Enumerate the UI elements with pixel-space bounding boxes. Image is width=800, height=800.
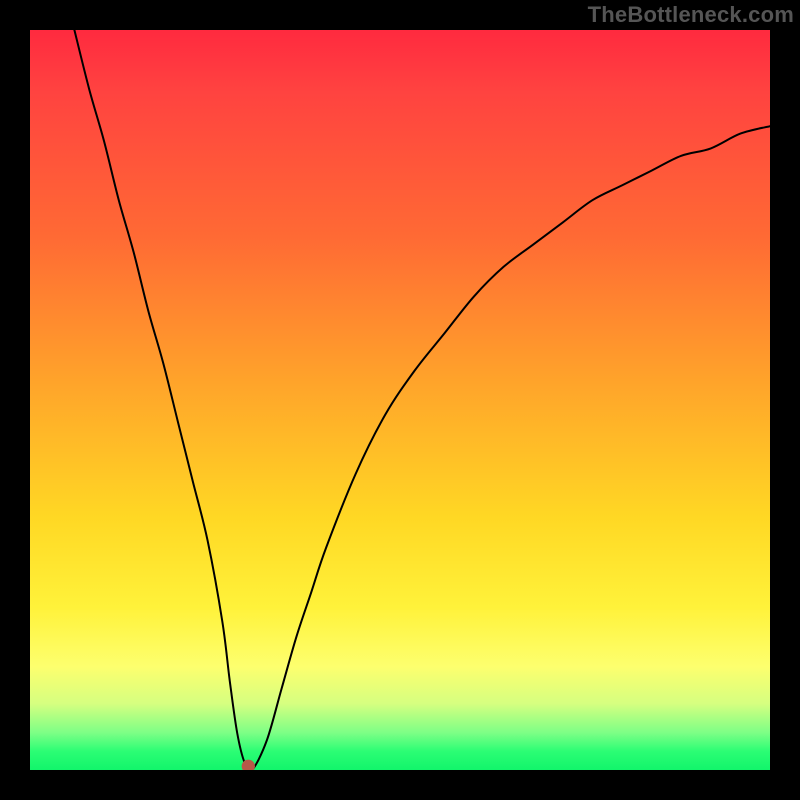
watermark-label: TheBottleneck.com <box>588 2 794 28</box>
chart-frame: TheBottleneck.com <box>0 0 800 800</box>
plot-area <box>30 30 770 770</box>
curve-svg <box>30 30 770 770</box>
bottleneck-curve-path <box>74 30 770 770</box>
